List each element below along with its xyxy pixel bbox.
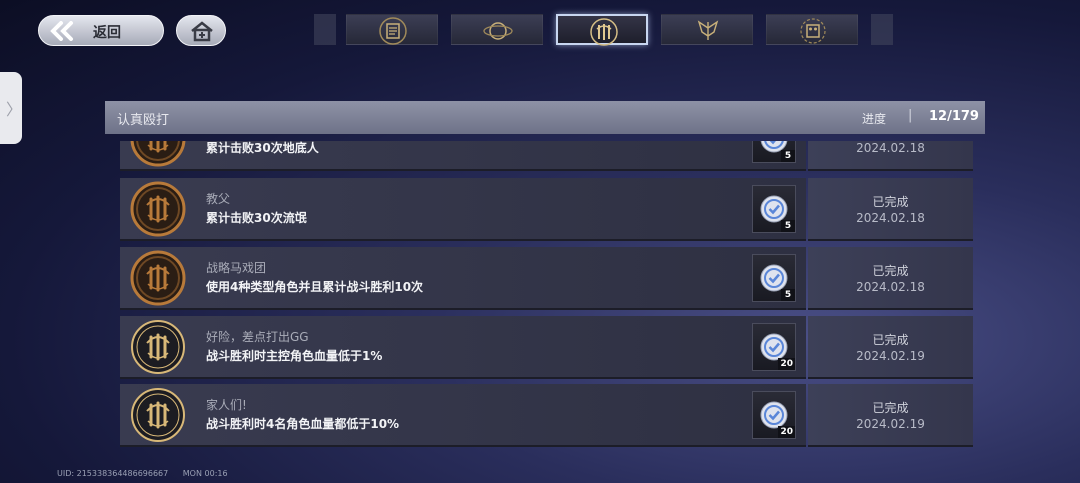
achievement-list[interactable]: 累计击败30次地底人 5 2024.02.18 教父 累计击败30次流氓 5 已…	[120, 141, 973, 452]
achievement-name: 战略马戏团	[206, 261, 267, 275]
document-emblem-icon	[379, 17, 407, 45]
achievement-desc: 累计击败30次流氓	[206, 211, 307, 225]
achievement-name: 教父	[206, 192, 231, 206]
achievement-medal	[130, 319, 186, 379]
wing-emblem-icon	[697, 20, 719, 40]
achievement-status: 已完成 2024.02.19	[808, 316, 973, 379]
double-chevron-left-icon	[50, 21, 73, 41]
uid-text: UID: 215338364486696667	[57, 469, 169, 478]
fist-emblem-icon	[590, 18, 618, 46]
achievement-main: 战略马戏团 使用4种类型角色并且累计战斗胜利10次 5	[120, 247, 806, 310]
reward-count: 20	[778, 358, 795, 370]
home-icon	[191, 21, 213, 42]
progress-separator: |	[908, 108, 913, 123]
reward-item[interactable]: 20	[752, 391, 796, 439]
reward-count: 20	[778, 426, 795, 438]
achievement-main: 累计击败30次地底人 5	[120, 141, 806, 171]
achievement-row[interactable]: 教父 累计击败30次流氓 5 已完成 2024.02.18	[120, 178, 973, 241]
reward-count: 5	[781, 150, 795, 162]
reward-count: 5	[781, 220, 795, 232]
achievement-medal	[130, 181, 186, 241]
tab-category-3[interactable]	[556, 14, 648, 46]
tab-category-4[interactable]	[661, 14, 753, 45]
achievement-row[interactable]: 家人们! 战斗胜利时4名角色血量都低于10% 20 已完成 2024.02.19	[120, 384, 973, 447]
footer-info: UID: 215338364486696667 MON 00:16	[57, 469, 240, 478]
medal-fist-icon	[130, 141, 186, 167]
machine-emblem-icon	[800, 18, 826, 44]
completion-date: 2024.02.19	[856, 349, 925, 363]
achievement-row[interactable]: 好险，差点打出GG 战斗胜利时主控角色血量低于1% 20 已完成 2024.02…	[120, 316, 973, 379]
achievement-desc: 战斗胜利时4名角色血量都低于10%	[206, 417, 400, 431]
achievement-name: 好险，差点打出GG	[206, 330, 309, 344]
progress-value: 12/179	[929, 109, 979, 124]
achievement-row[interactable]: 累计击败30次地底人 5 2024.02.18	[120, 141, 973, 171]
achievement-desc: 使用4种类型角色并且累计战斗胜利10次	[206, 280, 424, 294]
back-label: 返回	[93, 25, 121, 41]
achievement-medal	[130, 250, 186, 310]
tab-scroll-left[interactable]	[314, 14, 336, 45]
status-label: 已完成	[872, 333, 909, 347]
tab-category-1[interactable]	[346, 14, 438, 45]
planet-emblem-icon	[483, 22, 513, 40]
completion-date: 2024.02.18	[856, 211, 925, 225]
achievement-row[interactable]: 战略马戏团 使用4种类型角色并且累计战斗胜利10次 5 已完成 2024.02.…	[120, 247, 973, 310]
home-button[interactable]	[176, 15, 226, 46]
status-label: 已完成	[872, 195, 909, 209]
chevron-right-icon: 〉	[6, 100, 23, 119]
status-label: 已完成	[872, 401, 909, 415]
tab-category-2[interactable]	[451, 14, 543, 45]
medal-fist-icon	[130, 250, 186, 306]
status-label: 已完成	[872, 264, 909, 278]
reward-count: 5	[781, 289, 795, 301]
achievement-medal	[130, 387, 186, 447]
completion-date: 2024.02.18	[856, 141, 925, 155]
achievement-desc: 累计击败30次地底人	[206, 141, 319, 155]
reward-item[interactable]: 5	[752, 185, 796, 233]
achievement-desc: 战斗胜利时主控角色血量低于1%	[206, 349, 383, 363]
back-button[interactable]: 返回	[38, 15, 164, 46]
reward-item[interactable]: 5	[752, 141, 796, 163]
side-drawer-handle[interactable]: 〉	[0, 72, 22, 144]
achievement-status: 已完成 2024.02.18	[808, 178, 973, 241]
achievement-status: 2024.02.18	[808, 141, 973, 171]
achievement-list-header: 认真殴打 进度 | 12/179	[105, 101, 985, 134]
medal-fist-icon	[131, 320, 185, 374]
achievement-status: 已完成 2024.02.19	[808, 384, 973, 447]
medal-fist-icon	[131, 388, 185, 442]
achievement-status: 已完成 2024.02.18	[808, 247, 973, 310]
achievement-medal	[130, 141, 186, 171]
medal-fist-icon	[130, 181, 186, 237]
tab-category-5[interactable]	[766, 14, 858, 45]
achievement-main: 教父 累计击败30次流氓 5	[120, 178, 806, 241]
reward-item[interactable]: 5	[752, 254, 796, 302]
reward-item[interactable]: 20	[752, 323, 796, 371]
mon-text: MON 00:16	[182, 469, 228, 478]
achievement-main: 家人们! 战斗胜利时4名角色血量都低于10% 20	[120, 384, 806, 447]
completion-date: 2024.02.18	[856, 280, 925, 294]
achievement-main: 好险，差点打出GG 战斗胜利时主控角色血量低于1% 20	[120, 316, 806, 379]
achievement-name: 家人们!	[206, 398, 247, 412]
category-title: 认真殴打	[117, 113, 170, 128]
progress-label: 进度	[862, 112, 887, 126]
tab-scroll-right[interactable]	[871, 14, 893, 45]
completion-date: 2024.02.19	[856, 417, 925, 431]
